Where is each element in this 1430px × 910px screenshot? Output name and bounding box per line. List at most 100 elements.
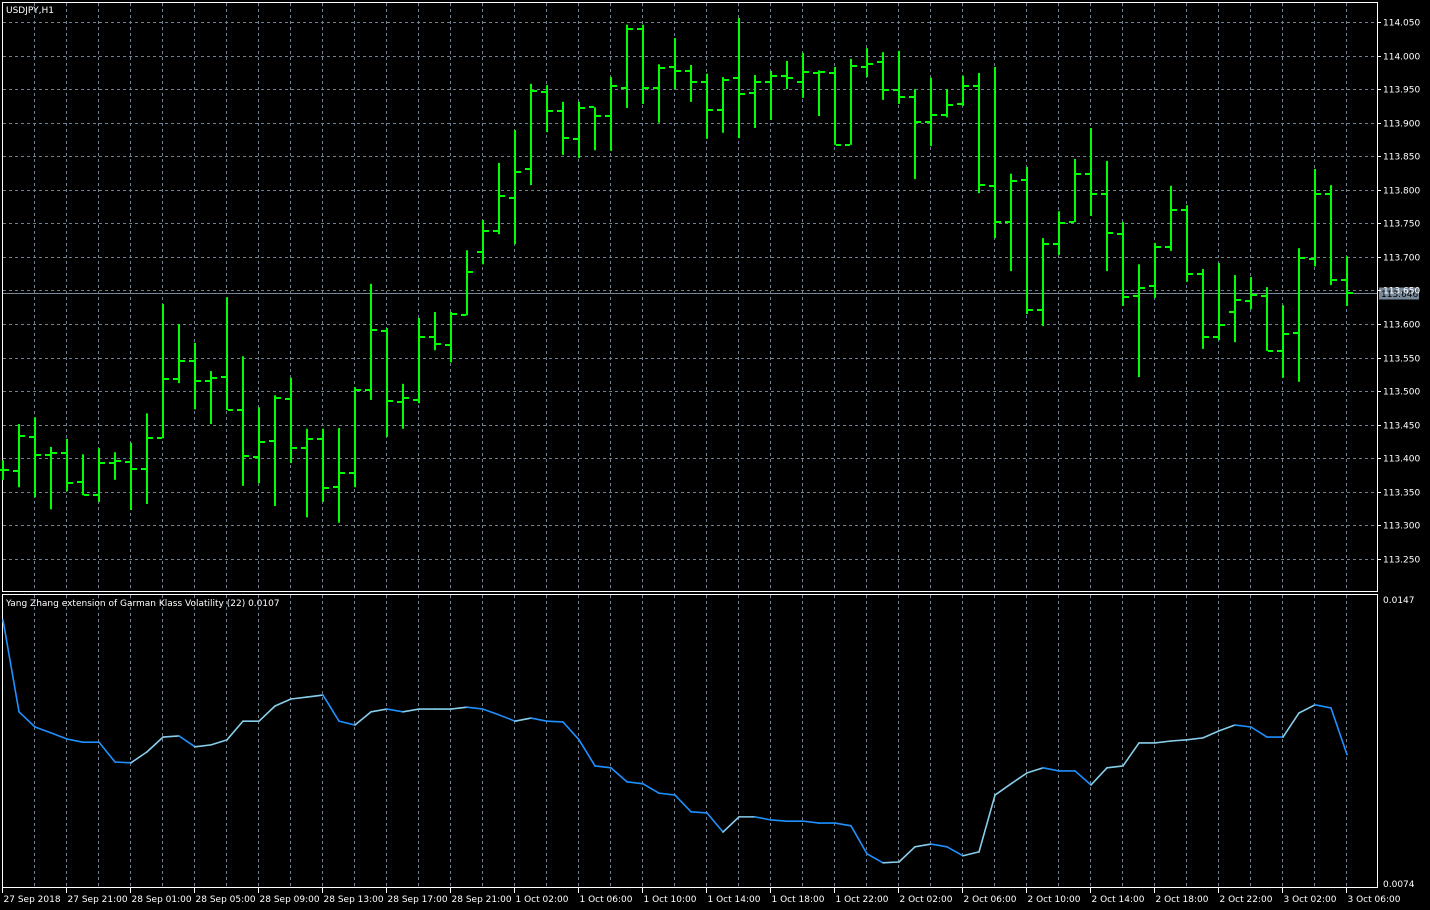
bar-close-tick — [148, 437, 153, 439]
indicator-segment — [2, 619, 20, 713]
bar-high-low — [962, 75, 964, 106]
ohlc-bar — [45, 446, 57, 510]
bar-close-tick — [1316, 193, 1321, 195]
bar-open-tick — [1021, 179, 1026, 181]
bar-close-tick — [68, 482, 73, 484]
price-axis-label: 113.650 — [1383, 287, 1420, 297]
indicator-segment — [626, 781, 644, 785]
indicator-segment — [1282, 712, 1300, 738]
bar-high-low — [1170, 185, 1172, 251]
bar-open-tick — [573, 138, 578, 140]
indicator-segment — [658, 792, 676, 796]
bar-close-tick — [100, 462, 105, 464]
bar-high-low — [1042, 238, 1044, 327]
indicator-segment — [610, 767, 628, 783]
bar-high-low — [850, 58, 852, 145]
time-axis-label: 2 Oct 22:00 — [1220, 895, 1273, 905]
bid-line-group: 113.646 — [3, 287, 1419, 300]
bar-open-tick — [701, 81, 706, 83]
axes: 114.050 114.000 113.950 113.900 113.850 113.8… — [2, 19, 1420, 905]
indicator-segment — [98, 741, 116, 763]
ohlc-bar — [733, 17, 745, 139]
ohlc-bar — [989, 66, 1001, 239]
ohlc-bar — [1037, 238, 1049, 327]
bar-close-tick — [372, 329, 377, 331]
ohlc-bar — [541, 85, 553, 133]
indicator-segment — [1314, 704, 1332, 709]
bar-close-tick — [276, 397, 281, 399]
bar-open-tick — [93, 494, 98, 496]
ohlc-bar — [1021, 166, 1033, 314]
bar-close-tick — [644, 87, 649, 89]
bar-high-low — [1026, 166, 1028, 314]
price-axis-label: 114.050 — [1383, 19, 1420, 29]
bar-open-tick — [221, 376, 226, 378]
indicator-segment — [594, 765, 612, 769]
bar-open-tick — [365, 389, 370, 391]
indicator-segment — [1106, 765, 1124, 769]
bar-high-low — [754, 75, 756, 129]
bar-open-tick — [157, 437, 162, 439]
bar-close-tick — [964, 85, 969, 87]
ohlc-bar — [1309, 169, 1321, 267]
price-axis-label: 113.950 — [1383, 86, 1420, 96]
indicator-segment — [770, 819, 788, 822]
ohlc-bar — [1101, 160, 1113, 272]
ohlc-bar — [893, 50, 905, 104]
indicator-segment — [1234, 724, 1252, 728]
bar-high-low — [994, 66, 996, 239]
bar-open-tick — [141, 468, 146, 470]
bar-high-low — [402, 383, 404, 429]
time-axis-label: 1 Oct 22:00 — [836, 895, 889, 905]
bar-high-low — [738, 17, 740, 139]
ohlc-bar — [237, 356, 249, 486]
ohlc-bar — [173, 324, 185, 384]
bar-high-low — [946, 89, 948, 118]
time-axis-label: 1 Oct 02:00 — [516, 895, 569, 905]
ohlc-bar — [1325, 185, 1337, 286]
time-axis-label: 3 Oct 06:00 — [1348, 895, 1401, 905]
bar-open-tick — [1069, 221, 1074, 223]
ohlc-bar — [957, 75, 969, 106]
bar-close-tick — [1012, 180, 1017, 182]
bar-open-tick — [861, 66, 866, 68]
bar-close-tick — [1236, 299, 1241, 301]
bar-close-tick — [676, 70, 681, 72]
indicator-segment — [1202, 730, 1220, 739]
bar-open-tick — [509, 197, 514, 199]
bar-open-tick — [1037, 309, 1042, 311]
ohlc-bar — [77, 454, 89, 496]
bar-high-low — [146, 413, 148, 504]
bar-high-low — [34, 417, 36, 498]
bar-close-tick — [260, 441, 265, 443]
bar-open-tick — [829, 72, 834, 74]
trading-chart[interactable]: 113.646 114.050 114.000 113.950 113.900 113.… — [0, 0, 1430, 910]
bar-high-low — [1298, 248, 1300, 382]
bar-close-tick — [132, 468, 137, 470]
ohlc-bar — [205, 371, 217, 425]
bar-close-tick — [1268, 350, 1273, 352]
bar-high-low — [450, 311, 452, 363]
ohlc-bar — [317, 428, 329, 502]
bar-close-tick — [164, 378, 169, 380]
bar-open-tick — [477, 251, 482, 253]
bar-open-tick — [877, 61, 882, 63]
ohlc-bar — [1229, 275, 1241, 343]
price-axis-label: 113.800 — [1383, 187, 1420, 197]
indicator-segment — [946, 846, 964, 857]
bar-open-tick — [1053, 243, 1058, 245]
time-axis-label: 28 Sep 21:00 — [452, 895, 512, 905]
bar-open-tick — [669, 66, 674, 68]
bar-high-low — [802, 52, 804, 98]
bar-high-low — [818, 70, 820, 116]
bar-close-tick — [612, 85, 617, 87]
bar-open-tick — [461, 314, 466, 316]
bar-high-low — [1090, 128, 1092, 216]
indicator-segment — [530, 717, 548, 722]
bar-close-tick — [532, 90, 537, 92]
ohlc-bar — [941, 89, 953, 118]
bar-open-tick — [333, 486, 338, 488]
bar-close-tick — [308, 438, 313, 440]
indicator-segment — [466, 706, 484, 710]
bar-close-tick — [324, 487, 329, 489]
